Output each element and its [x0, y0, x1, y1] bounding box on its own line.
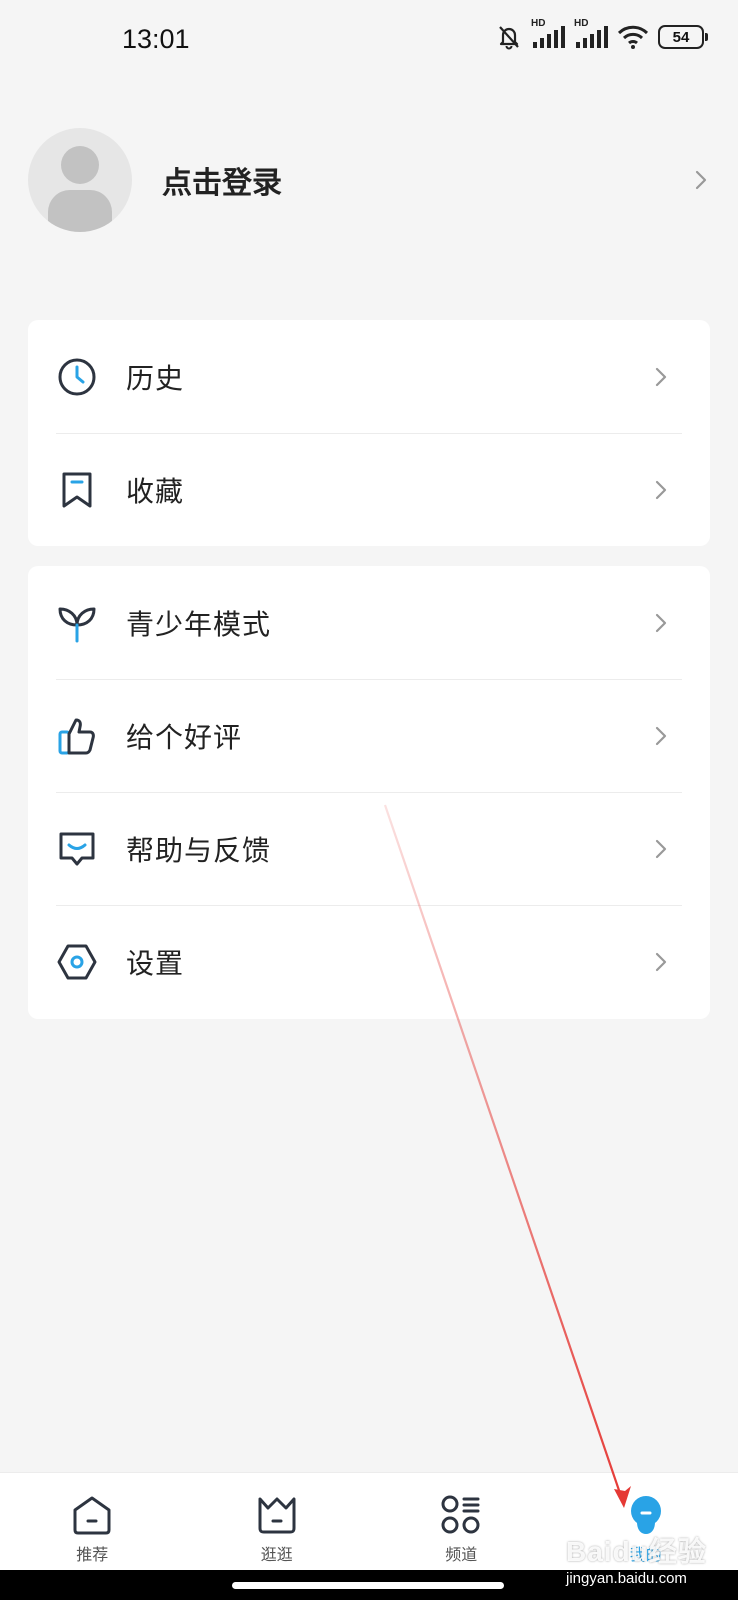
status-time: 13:01	[122, 24, 190, 54]
menu-item-label: 收藏	[126, 475, 185, 507]
menu-item-favorites[interactable]: 收藏	[28, 433, 710, 546]
chevron-right-icon	[655, 480, 667, 499]
channels-grid-icon	[439, 1493, 483, 1537]
menu-item-teen-mode[interactable]: 青少年模式	[28, 566, 710, 679]
hd-signal-icon: HD	[531, 18, 565, 50]
hd-label-2: HD	[574, 18, 589, 29]
chevron-right-icon	[655, 726, 667, 745]
menu-item-label: 给个好评	[126, 721, 243, 753]
menu-card-secondary: 青少年模式 给个好评 帮助与反馈 设置	[28, 566, 710, 1019]
menu-item-settings[interactable]: 设置	[28, 905, 710, 1018]
menu-card-primary: 历史 收藏	[28, 320, 710, 546]
chevron-right-icon	[695, 170, 707, 190]
login-row[interactable]: 点击登录	[28, 128, 708, 232]
battery-icon: 54	[658, 25, 708, 49]
menu-item-label: 历史	[126, 362, 185, 394]
menu-item-help-feedback[interactable]: 帮助与反馈	[28, 792, 710, 905]
sprout-icon	[56, 602, 98, 644]
watermark-logo: Baidu经验	[566, 1536, 707, 1567]
status-bar: 13:01 HD HD 54	[0, 0, 738, 86]
home-icon	[70, 1493, 114, 1537]
tab-label: 频道	[445, 1547, 478, 1564]
bookmark-icon	[56, 469, 98, 511]
chevron-right-icon	[655, 367, 667, 386]
mute-bell-icon	[496, 24, 522, 50]
tab-channels[interactable]: 频道	[369, 1473, 554, 1570]
tab-browse[interactable]: 逛逛	[185, 1473, 370, 1570]
basket-icon	[255, 1493, 299, 1537]
menu-item-label: 青少年模式	[126, 608, 272, 640]
default-avatar-icon[interactable]	[28, 128, 132, 232]
tab-label: 逛逛	[260, 1547, 293, 1564]
wifi-icon	[617, 24, 649, 50]
clock-icon	[56, 356, 98, 398]
chevron-right-icon	[655, 839, 667, 858]
thumbs-up-icon	[56, 715, 98, 757]
battery-level: 54	[672, 28, 690, 46]
chevron-right-icon	[655, 613, 667, 632]
watermark-site: jingyan.baidu.com	[566, 1570, 687, 1587]
tab-label: 推荐	[76, 1547, 109, 1564]
login-label[interactable]: 点击登录	[162, 158, 694, 202]
hd-label: HD	[531, 18, 546, 29]
menu-item-rate[interactable]: 给个好评	[28, 679, 710, 792]
tab-recommend[interactable]: 推荐	[0, 1473, 185, 1570]
menu-item-label: 设置	[126, 947, 185, 979]
hd-signal-icon-2: HD	[574, 18, 608, 50]
feedback-bubble-icon	[56, 828, 98, 870]
hexagon-gear-icon	[56, 941, 98, 983]
baidu-jingyan-watermark: Baidu经验 jingyan.baidu.com	[566, 1530, 738, 1600]
status-icons: HD HD 54	[496, 18, 708, 50]
menu-item-label: 帮助与反馈	[126, 834, 272, 866]
menu-item-history[interactable]: 历史	[28, 320, 710, 433]
chevron-right-icon	[655, 952, 667, 971]
home-indicator[interactable]	[232, 1582, 504, 1589]
